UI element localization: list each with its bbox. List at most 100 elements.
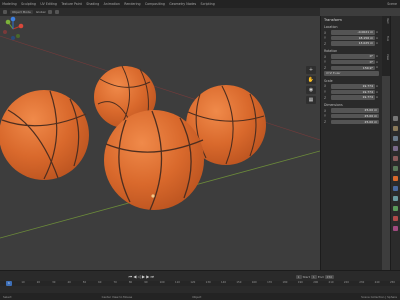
navigation-gizmo[interactable]	[0, 16, 26, 42]
lock-icon[interactable]: ⊡	[375, 66, 379, 69]
tab-tool[interactable]: Tool	[383, 36, 389, 41]
dimensions-z-row: Z 25.00 m	[324, 119, 379, 125]
status-left: Select	[3, 294, 12, 299]
scale-y-field[interactable]: 19.774	[331, 89, 375, 95]
pan-hand-icon[interactable]: ✋	[306, 76, 316, 84]
frame-ruler[interactable]: 0102030405060708090100110120130140150160…	[0, 281, 400, 286]
modifier-properties-icon[interactable]	[393, 186, 398, 191]
location-y-row: Y 18.156 m ⊡	[324, 35, 379, 41]
ruler-tick-label: 80	[128, 281, 133, 284]
scale-x-field[interactable]: 19.774	[331, 84, 375, 89]
basketball-front-center[interactable]	[104, 110, 204, 211]
dimensions-z-field[interactable]: 25.00 m	[331, 119, 379, 125]
transform-panel-title[interactable]: Transform	[324, 18, 379, 22]
lock-icon[interactable]: ⊡	[375, 96, 379, 99]
view-layer-properties-icon[interactable]	[393, 146, 398, 151]
tab-geometry-nodes[interactable]: Geometry Nodes	[167, 2, 198, 6]
scale-x-row: X 19.774 ⊡	[324, 84, 379, 89]
camera-view-icon[interactable]: ◉	[306, 86, 316, 94]
object-mode-dropdown[interactable]: Object Mode	[10, 10, 33, 14]
lock-icon[interactable]: ⊡	[375, 55, 379, 58]
current-frame-field[interactable]: 1	[295, 274, 302, 279]
ruler-tick-label: 220	[343, 281, 349, 284]
3d-viewport[interactable]: + ✋ ◉ ▦	[0, 16, 320, 270]
object-origin-dot	[151, 194, 155, 198]
tab-shading[interactable]: Shading	[84, 2, 101, 6]
location-y-field[interactable]: 18.156 m	[331, 35, 375, 41]
rotation-mode-dropdown[interactable]: XYZ Euler	[324, 71, 379, 76]
basketball-left[interactable]	[0, 90, 89, 180]
tab-compositing[interactable]: Compositing	[143, 2, 167, 6]
tab-texture-paint[interactable]: Texture Paint	[59, 2, 84, 6]
start-frame-field[interactable]: 1	[310, 274, 317, 279]
scene-properties-icon[interactable]	[393, 156, 398, 161]
tab-item[interactable]: Item	[383, 18, 389, 24]
ruler-tick-label: 40	[67, 281, 71, 284]
scene-selector[interactable]: Scene	[384, 2, 400, 6]
tab-animation[interactable]: Animation	[101, 2, 122, 6]
world-properties-icon[interactable]	[393, 166, 398, 171]
status-info: Scene Collection | Sphere	[361, 294, 397, 299]
proportional-edit-button[interactable]	[55, 10, 60, 14]
lock-icon[interactable]: ⊡	[375, 91, 379, 94]
render-properties-icon[interactable]	[393, 126, 398, 131]
scale-z-field[interactable]: 19.774	[331, 95, 375, 100]
tab-modeling[interactable]: Modeling	[0, 2, 19, 6]
rotation-z-field[interactable]: 150.9°	[331, 65, 375, 71]
lock-icon[interactable]: ⊡	[375, 42, 379, 45]
sidebar-n-panel: Transform Location X -0.0021 m ⊡ Y 18.15…	[320, 16, 382, 270]
zoom-icon[interactable]: +	[306, 66, 316, 74]
location-z-row: Z 13.025 m ⊡	[324, 41, 379, 46]
ruler-tick-label: 180	[282, 281, 288, 284]
lock-icon[interactable]: ⊡	[375, 37, 379, 40]
axis-label: Y	[324, 36, 326, 41]
ruler-tick-label: 60	[98, 281, 102, 284]
ruler-tick-label: 130	[205, 281, 211, 284]
dimensions-x-field[interactable]: 25.00 m	[331, 108, 379, 113]
axis-label: X	[324, 30, 327, 35]
axis-label: X	[324, 54, 327, 59]
texture-properties-icon[interactable]	[393, 226, 398, 231]
lock-icon[interactable]: ⊡	[375, 61, 379, 64]
rotation-y-field[interactable]: 0°	[331, 60, 375, 65]
tool-properties-icon[interactable]	[393, 116, 398, 121]
rotation-z-row: Z 150.9° ⊡	[324, 65, 379, 71]
jump-end-icon[interactable]: ⏭	[150, 274, 154, 279]
next-keyframe-icon[interactable]: ▶	[146, 274, 149, 279]
snap-button[interactable]	[48, 10, 53, 14]
rotation-x-field[interactable]: 0°	[331, 54, 375, 59]
workspace-tabs-bar: Modeling Sculpting UV Editing Texture Pa…	[0, 0, 400, 8]
ruler-tick-label: 10	[21, 281, 25, 284]
tab-rendering[interactable]: Rendering	[122, 2, 143, 6]
view-menu[interactable]: Global	[36, 10, 46, 14]
ruler-tick-label: 110	[174, 281, 180, 284]
tab-uv-editing[interactable]: UV Editing	[38, 2, 59, 6]
data-properties-icon[interactable]	[393, 206, 398, 211]
jump-start-icon[interactable]: ⏮	[129, 274, 133, 279]
object-properties-icon[interactable]	[393, 176, 398, 181]
lock-icon[interactable]: ⊡	[375, 31, 379, 34]
ruler-tick-label: 230	[359, 281, 365, 284]
prev-keyframe-icon[interactable]: ◀	[133, 274, 136, 279]
tab-view[interactable]: View	[383, 54, 389, 60]
grid-view-icon[interactable]: ▦	[306, 96, 316, 104]
editor-type-button[interactable]	[3, 10, 7, 14]
dimensions-x-row: X 25.00 m	[324, 108, 379, 113]
tab-scripting[interactable]: Scripting	[198, 2, 217, 6]
play-reverse-icon[interactable]: ◁	[138, 274, 141, 279]
location-x-field[interactable]: -0.0021 m	[331, 30, 375, 35]
end-frame-field[interactable]: 250	[324, 274, 335, 279]
axis-label: X	[324, 108, 327, 113]
output-properties-icon[interactable]	[393, 136, 398, 141]
lock-icon[interactable]: ⊡	[375, 85, 379, 88]
viewport-scene	[0, 35, 320, 239]
end-label: End	[317, 274, 324, 279]
play-icon[interactable]: ▶	[142, 274, 145, 279]
physics-properties-icon[interactable]	[393, 196, 398, 201]
tab-sculpting[interactable]: Sculpting	[19, 2, 38, 6]
location-z-field[interactable]: 13.025 m	[331, 41, 375, 46]
material-properties-icon[interactable]	[393, 216, 398, 221]
dimensions-y-field[interactable]: 25.00 m	[331, 114, 379, 119]
ruler-tick-label: 200	[313, 281, 319, 284]
playhead[interactable]: 1	[6, 281, 12, 286]
